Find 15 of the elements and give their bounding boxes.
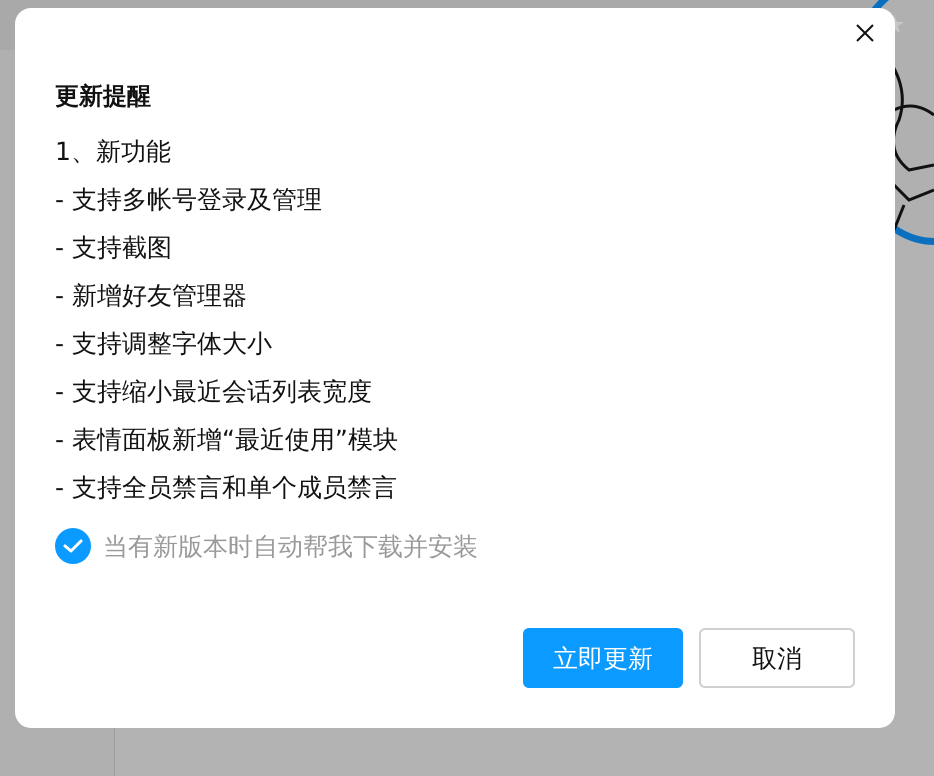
changelog-line: - 支持截图	[55, 232, 173, 264]
checkbox-label[interactable]: 当有新版本时自动帮我下载并安装	[103, 530, 478, 562]
changelog-line: - 表情面板新增“最近使用”模块	[55, 424, 399, 456]
changelog-line: - 支持调整字体大小	[55, 328, 273, 360]
close-icon[interactable]	[855, 23, 875, 43]
changelog-line: 1、新功能	[55, 136, 172, 168]
checkbox[interactable]	[55, 528, 91, 564]
cancel-button[interactable]: 取消	[699, 628, 855, 688]
dialog-title: 更新提醒	[55, 84, 152, 108]
changelog-line: - 新增好友管理器	[55, 280, 248, 312]
update-button[interactable]: 立即更新	[523, 628, 683, 688]
changelog-line: - 支持多帐号登录及管理	[55, 184, 323, 216]
changelog-line: - 支持缩小最近会话列表宽度	[55, 376, 373, 408]
check-icon	[63, 538, 83, 554]
changelog-line: - 支持全员禁言和单个成员禁言	[55, 472, 398, 504]
